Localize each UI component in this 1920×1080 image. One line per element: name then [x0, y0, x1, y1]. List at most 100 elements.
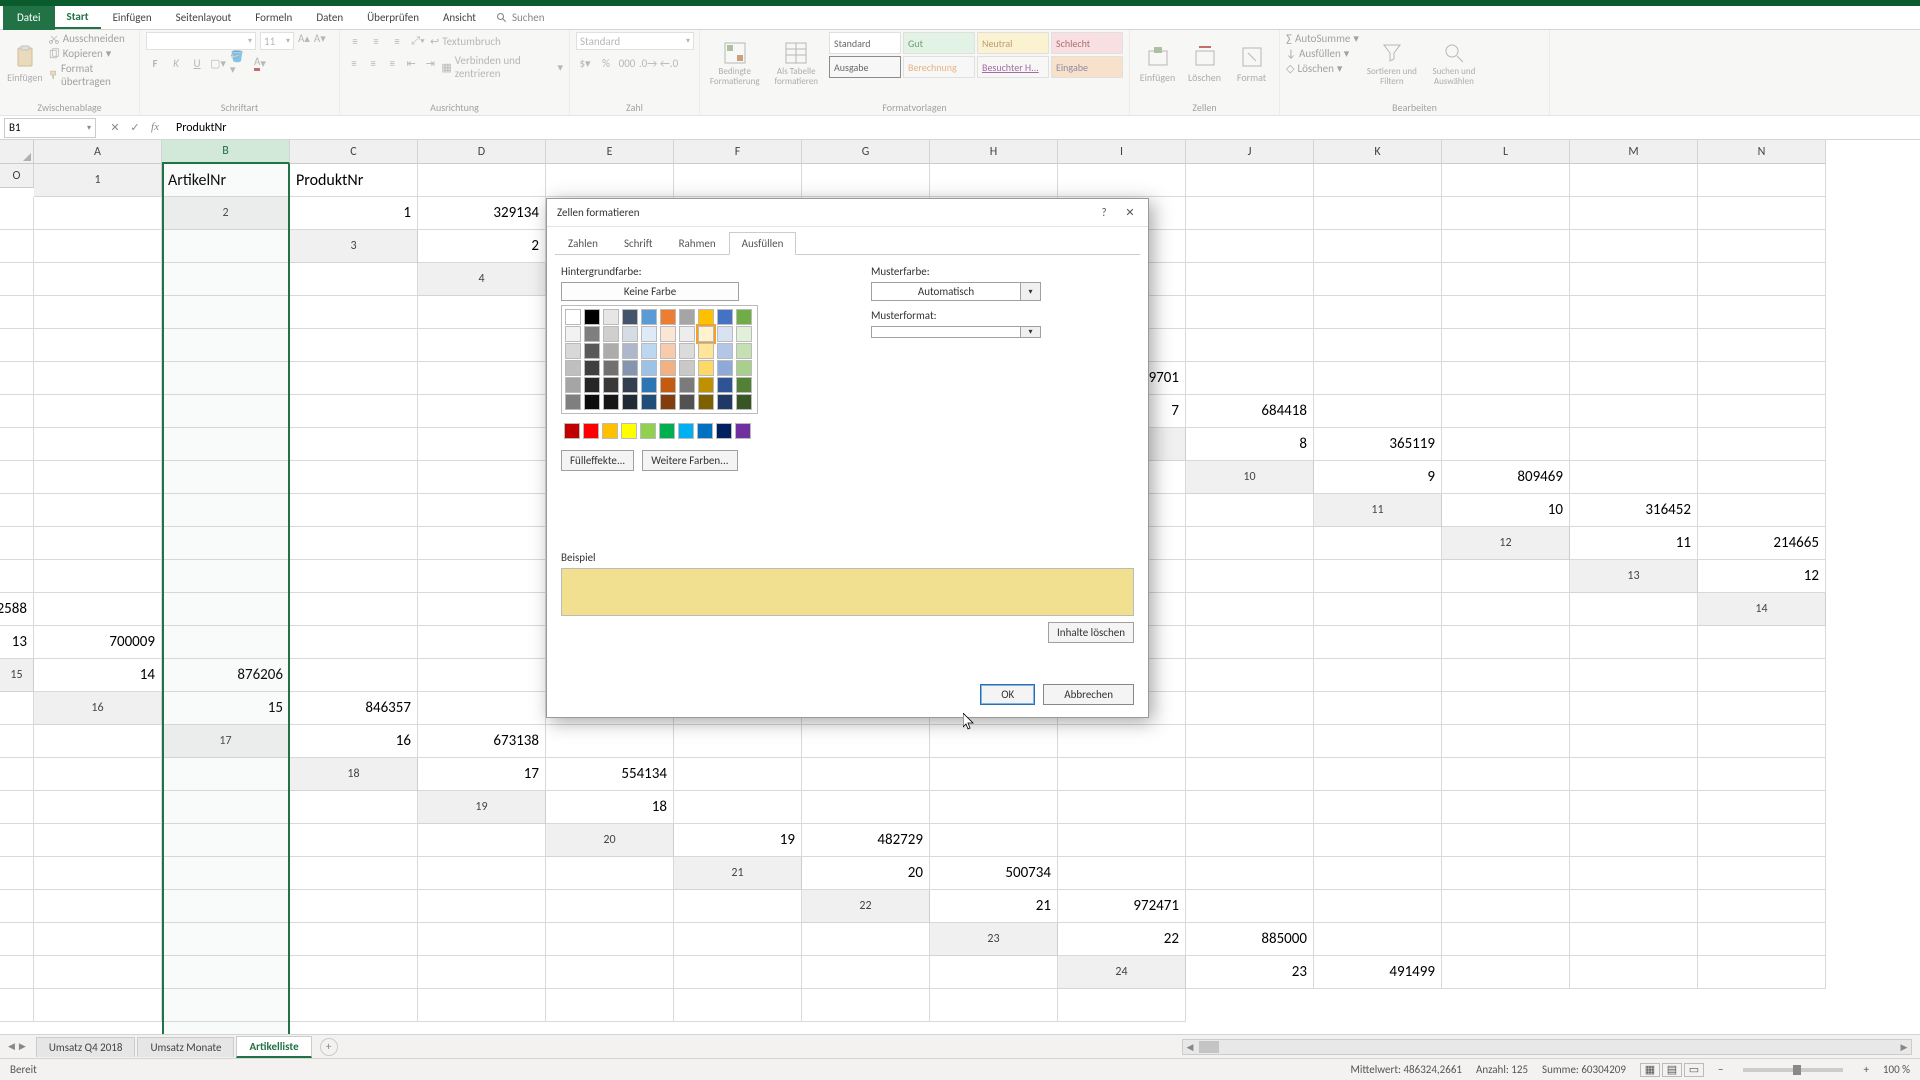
- ribbon-tab-formeln[interactable]: Formeln: [243, 7, 304, 28]
- cell[interactable]: [1698, 494, 1826, 527]
- pattern-color-dropdown-icon[interactable]: ▾: [1021, 282, 1041, 301]
- color-swatch[interactable]: [735, 423, 751, 439]
- color-swatch[interactable]: [584, 343, 600, 359]
- ribbon-tab-seitenlayout[interactable]: Seitenlayout: [164, 7, 244, 28]
- row-header[interactable]: 17: [162, 725, 290, 758]
- color-swatch[interactable]: [698, 309, 714, 325]
- cell[interactable]: [0, 527, 34, 560]
- delete-cells-button[interactable]: Löschen: [1183, 32, 1226, 96]
- cell[interactable]: [418, 626, 546, 659]
- cell[interactable]: [1314, 659, 1442, 692]
- scroll-left-icon[interactable]: ◀: [1183, 1042, 1197, 1053]
- style-eingabe[interactable]: Eingabe: [1051, 56, 1123, 78]
- increase-decimal-icon[interactable]: .0→: [639, 54, 657, 72]
- cell[interactable]: [290, 989, 418, 1022]
- ribbon-tab-start[interactable]: Start: [55, 6, 101, 29]
- color-swatch[interactable]: [565, 343, 581, 359]
- row-header[interactable]: 4: [418, 263, 546, 296]
- cell[interactable]: [290, 263, 418, 296]
- cell[interactable]: [162, 461, 290, 494]
- cell[interactable]: [1442, 890, 1570, 923]
- cell[interactable]: [418, 659, 546, 692]
- color-swatch[interactable]: [698, 394, 714, 410]
- cell[interactable]: [1698, 362, 1826, 395]
- fill-effects-button[interactable]: Fülleffekte...: [561, 450, 634, 471]
- ribbon-tab-einfuegen[interactable]: Einfügen: [101, 7, 164, 28]
- percent-format-icon[interactable]: %: [597, 54, 615, 72]
- dialog-help-button[interactable]: ?: [1096, 206, 1112, 219]
- cell[interactable]: [1570, 725, 1698, 758]
- cell[interactable]: [0, 296, 34, 329]
- bold-button[interactable]: F: [146, 54, 164, 72]
- sheet-tab-artikelliste[interactable]: Artikelliste: [236, 1036, 311, 1058]
- cell[interactable]: 14: [34, 659, 162, 692]
- cell[interactable]: [802, 989, 930, 1022]
- cell[interactable]: [1570, 197, 1698, 230]
- dialog-tab-ausfuellen[interactable]: Ausfüllen: [729, 232, 797, 255]
- cell[interactable]: [418, 956, 546, 989]
- merge-center-button[interactable]: ▦Verbinden und zentrieren ▾: [441, 54, 563, 80]
- format-painter-button[interactable]: Format übertragen: [48, 62, 133, 88]
- row-header[interactable]: 21: [674, 857, 802, 890]
- align-top-icon[interactable]: ≡: [346, 32, 364, 50]
- name-box-dropdown-icon[interactable]: ▾: [87, 123, 91, 133]
- row-header[interactable]: 10: [1186, 461, 1314, 494]
- cell[interactable]: [34, 494, 162, 527]
- cell[interactable]: [546, 164, 674, 197]
- cell[interactable]: [418, 164, 546, 197]
- color-swatch[interactable]: [660, 343, 676, 359]
- paste-button[interactable]: Einfügen: [6, 32, 44, 96]
- cell[interactable]: 2: [418, 230, 546, 263]
- cell[interactable]: 700009: [34, 626, 162, 659]
- format-cells-button[interactable]: Format: [1230, 32, 1273, 96]
- cell[interactable]: 12: [1698, 560, 1826, 593]
- zoom-level[interactable]: 100 %: [1883, 1063, 1910, 1076]
- color-swatch[interactable]: [660, 377, 676, 393]
- color-swatch[interactable]: [565, 309, 581, 325]
- cell[interactable]: [0, 758, 34, 791]
- cell[interactable]: 10: [1442, 494, 1570, 527]
- cell[interactable]: [1698, 725, 1826, 758]
- cell[interactable]: [290, 527, 418, 560]
- cell[interactable]: [418, 989, 546, 1022]
- color-swatch[interactable]: [736, 326, 752, 342]
- cell[interactable]: [1570, 626, 1698, 659]
- cell[interactable]: [290, 659, 418, 692]
- cell[interactable]: [1698, 824, 1826, 857]
- select-all-corner[interactable]: [0, 140, 34, 164]
- italic-button[interactable]: K: [167, 54, 185, 72]
- cell[interactable]: [418, 362, 546, 395]
- name-box[interactable]: B1▾: [4, 118, 96, 138]
- color-swatch[interactable]: [679, 377, 695, 393]
- cell[interactable]: [34, 197, 162, 230]
- color-swatch[interactable]: [679, 360, 695, 376]
- cell[interactable]: 329134: [418, 197, 546, 230]
- cell[interactable]: [1442, 758, 1570, 791]
- row-header[interactable]: 19: [418, 791, 546, 824]
- cell[interactable]: [0, 362, 34, 395]
- cell[interactable]: [418, 527, 546, 560]
- cell[interactable]: [1186, 494, 1314, 527]
- decrease-decimal-icon[interactable]: ←.0: [660, 54, 678, 72]
- cell[interactable]: [1186, 527, 1314, 560]
- accounting-format-icon[interactable]: $▾: [576, 54, 594, 72]
- cell[interactable]: [1058, 758, 1186, 791]
- cell[interactable]: [162, 890, 290, 923]
- cell[interactable]: 19: [674, 824, 802, 857]
- column-header-D[interactable]: D: [418, 140, 546, 164]
- cell[interactable]: [0, 494, 34, 527]
- cell[interactable]: [1058, 989, 1186, 1022]
- underline-button[interactable]: U: [188, 54, 206, 72]
- cell[interactable]: [1698, 329, 1826, 362]
- cell[interactable]: [1570, 428, 1698, 461]
- cell[interactable]: [418, 923, 546, 956]
- cell[interactable]: 17: [418, 758, 546, 791]
- cell[interactable]: [34, 461, 162, 494]
- cell[interactable]: [418, 824, 546, 857]
- cell[interactable]: [162, 296, 290, 329]
- color-swatch[interactable]: [679, 326, 695, 342]
- cell[interactable]: [1442, 857, 1570, 890]
- cell[interactable]: [162, 758, 290, 791]
- cell[interactable]: [162, 626, 290, 659]
- font-name-combo[interactable]: ▾: [146, 32, 256, 50]
